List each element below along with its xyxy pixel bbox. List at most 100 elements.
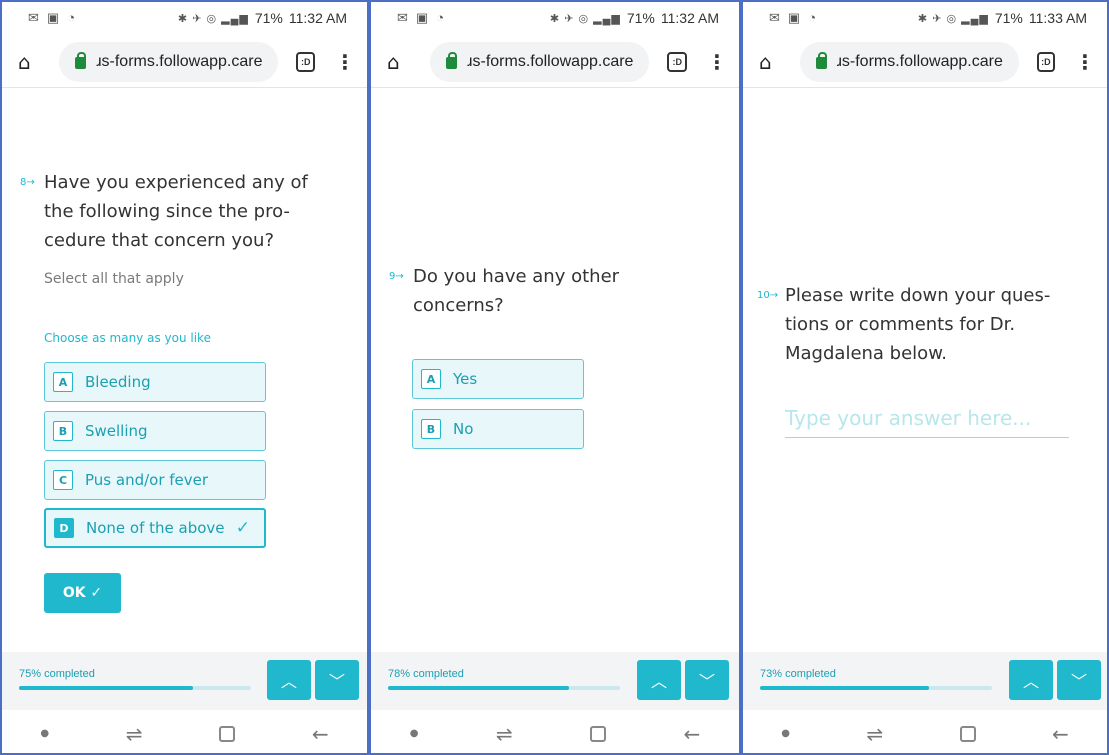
nav-dot-icon[interactable]: ● [40,728,49,739]
home-icon[interactable]: ⌂ [387,50,416,74]
choice-c[interactable]: C Pus and/or fever [44,460,266,500]
choice-key: C [53,470,73,490]
chevron-down-icon: ﹀ [1070,672,1087,691]
clock: 11:32 AM [660,10,719,26]
question-text: Do you have any other concerns? [413,266,620,316]
choice-label: Swelling [85,422,148,440]
question-number: 10→ [757,290,779,301]
choice-key: A [53,372,73,392]
home-square-icon[interactable] [590,725,607,742]
chevron-down-icon: ﹀ [698,672,715,691]
url-text: ɹs-forms.followapp.care [96,52,263,70]
status-bar: ✉ ▣ ◔ ✱ ✈ ◎ ▂▄▆ 71% 11:32 AM [371,2,739,34]
home-icon[interactable]: ⌂ [18,50,45,74]
chevron-up-icon: ︿ [1022,672,1039,691]
progress-label: 78% completed [388,668,464,680]
choice-b[interactable]: B Swelling [44,411,266,451]
phone-screen-1: ✉ ▣ ◔ ✱ ✈ ◎ ▂▄▆ 71% 11:32 AM ⌂ ɹs-forms.fo… [0,0,369,755]
choice-yes[interactable]: A Yes [412,359,584,399]
progress-bar [760,686,992,690]
choice-key: D [54,518,74,538]
lock-icon [815,51,827,69]
system-icons: ✱ ✈ ◎ ▂▄▆ [177,12,249,25]
question-10: 10→ Please write down your ques-tions or… [757,281,1083,368]
url-text: ɹs-forms.followapp.care [467,52,634,70]
progress-bar [19,686,251,690]
progress-fill [388,686,569,690]
menu-icon[interactable]: ⋮ [1075,52,1095,72]
nav-dot-icon[interactable]: ● [781,728,790,739]
notification-icons: ✉ ▣ ◔ [28,10,76,25]
clock: 11:32 AM [288,10,347,26]
phone-screen-3: ✉ ▣ ◔ ✱ ✈ ◎ ▂▄▆ 71% 11:33 AM ⌂ ɹs-forms.fo… [741,0,1109,755]
ok-button[interactable]: OK ✓ [44,573,121,613]
back-icon[interactable]: ← [1052,722,1069,746]
lock-icon [446,51,458,69]
previous-button[interactable]: ︿ [267,660,311,700]
chevron-down-icon: ﹀ [328,672,345,691]
question-text: Please write down your ques-tions or com… [785,285,1051,364]
question-8: 8→ Have you experienced any of the follo… [20,168,343,353]
answer-input[interactable] [785,398,1069,438]
progress-footer: 78% completed ︿ ﹀ [371,652,739,710]
progress-footer: 75% completed ︿ ﹀ [2,652,367,710]
address-bar[interactable]: ɹs-forms.followapp.care [799,41,1019,82]
tabs-icon[interactable]: :D [1036,51,1055,72]
menu-icon[interactable]: ⋮ [707,52,727,72]
home-square-icon[interactable] [959,725,976,742]
clock: 11:33 AM [1028,10,1087,26]
choice-d[interactable]: D None of the above ✓ [44,508,266,548]
progress-fill [19,686,193,690]
nav-dot-icon[interactable]: ● [410,728,419,739]
back-icon[interactable]: ← [683,722,700,746]
chevron-up-icon: ︿ [650,672,667,691]
progress-bar [388,686,620,690]
choice-key: B [421,419,441,439]
choice-label: No [453,420,474,438]
status-bar: ✉ ▣ ◔ ✱ ✈ ◎ ▂▄▆ 71% 11:33 AM [743,2,1107,34]
lock-icon [75,51,87,69]
previous-button[interactable]: ︿ [1009,660,1053,700]
choice-label: Bleeding [85,373,151,391]
previous-button[interactable]: ︿ [637,660,681,700]
phone-screen-2: ✉ ▣ ◔ ✱ ✈ ◎ ▂▄▆ 71% 11:32 AM ⌂ ɹs-forms.fo… [369,0,741,755]
back-icon[interactable]: ← [312,722,329,746]
next-button[interactable]: ﹀ [315,660,359,700]
browser-toolbar: ⌂ ɹs-forms.followapp.care :D ⋮ [2,36,367,88]
home-square-icon[interactable] [219,725,236,742]
choice-label: None of the above [86,519,225,537]
question-number: 8→ [20,177,35,188]
status-bar: ✉ ▣ ◔ ✱ ✈ ◎ ▂▄▆ 71% 11:32 AM [2,2,367,34]
recents-icon[interactable]: ⇌ [496,722,513,746]
notification-icons: ✉ ▣ ◔ [397,10,445,25]
android-nav-bar: ● ⇌ ← [2,710,367,753]
choice-key: A [421,369,441,389]
choice-no[interactable]: B No [412,409,584,449]
progress-fill [760,686,930,690]
next-button[interactable]: ﹀ [685,660,729,700]
progress-label: 75% completed [19,668,95,680]
next-button[interactable]: ﹀ [1057,660,1101,700]
choose-hint: Choose as many as you like [44,331,211,345]
progress-footer: 73% completed ︿ ﹀ [743,652,1107,710]
browser-toolbar: ⌂ ɹs-forms.followapp.care :D ⋮ [743,36,1107,88]
recents-icon[interactable]: ⇌ [126,722,143,746]
url-text: ɹs-forms.followapp.care [836,52,1003,70]
checkmark-icon: ✓ [235,518,250,538]
choice-key: B [53,421,73,441]
address-bar[interactable]: ɹs-forms.followapp.care [59,41,279,82]
choice-a[interactable]: A Bleeding [44,362,266,402]
recents-icon[interactable]: ⇌ [866,722,883,746]
browser-toolbar: ⌂ ɹs-forms.followapp.care :D ⋮ [371,36,739,88]
address-bar[interactable]: ɹs-forms.followapp.care [430,41,650,82]
menu-icon[interactable]: ⋮ [335,52,355,72]
home-icon[interactable]: ⌂ [759,50,786,74]
question-text: Have you experienced any of the followin… [44,172,308,251]
tabs-icon[interactable]: :D [296,51,315,72]
notification-icons: ✉ ▣ ◔ [769,10,817,25]
progress-label: 73% completed [760,668,836,680]
question-9: 9→ Do you have any other concerns? [389,262,715,320]
tabs-icon[interactable]: :D [667,51,687,72]
battery-level: 71% [994,10,1023,26]
system-icons: ✱ ✈ ◎ ▂▄▆ [549,12,621,25]
